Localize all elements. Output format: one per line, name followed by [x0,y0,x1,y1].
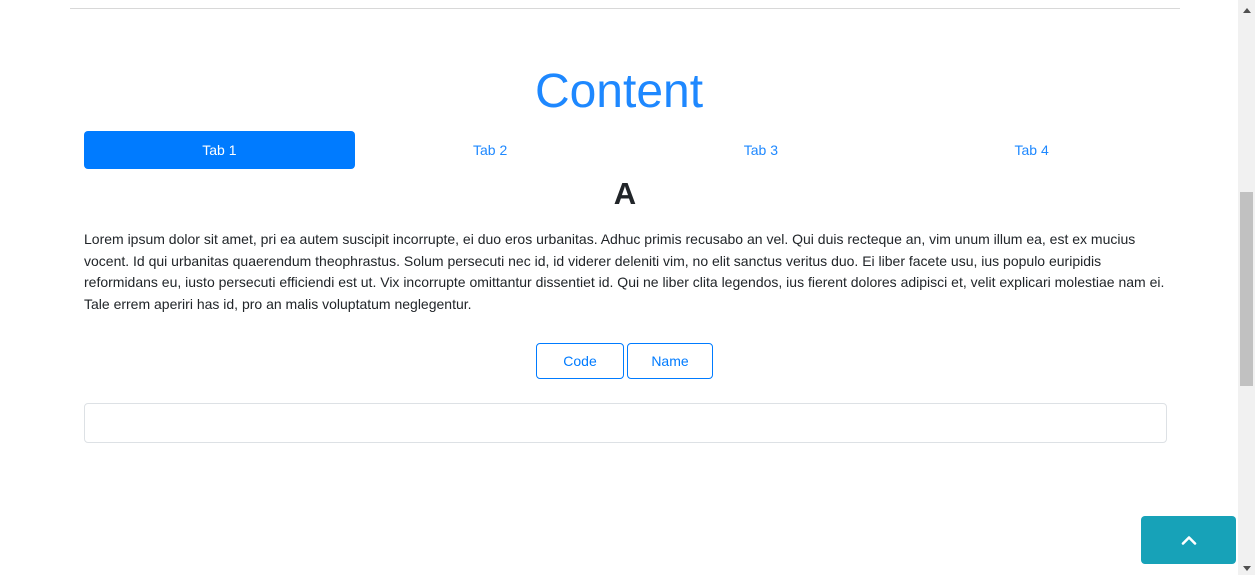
scroll-up-arrow[interactable] [1238,0,1255,17]
code-button[interactable]: Code [536,343,624,379]
scroll-down-arrow[interactable] [1238,558,1255,575]
text-input[interactable] [84,403,1167,443]
triangle-up-icon [1242,0,1251,18]
page: Content Tab 1 Tab 2 Tab 3 Tab 4 A Lorem … [0,0,1255,575]
chevron-up-icon [1181,533,1197,548]
body-paragraph: Lorem ipsum dolor sit amet, pri ea autem… [84,231,1165,312]
sort-button-group: Code Name [536,343,713,379]
tab-3[interactable]: Tab 3 [626,131,897,169]
page-title: Content [534,65,704,118]
triangle-down-icon [1242,558,1251,575]
name-button[interactable]: Name [627,343,713,379]
tab-1[interactable]: Tab 1 [84,131,355,169]
section-heading: A [613,176,637,211]
tab-bar: Tab 1 Tab 2 Tab 3 Tab 4 [84,131,1167,169]
scrollbar-thumb[interactable] [1240,192,1253,386]
tab-2[interactable]: Tab 2 [355,131,626,169]
tab-4[interactable]: Tab 4 [896,131,1167,169]
scroll-to-top-button[interactable] [1141,516,1236,564]
vertical-scrollbar[interactable] [1238,0,1255,575]
top-divider [70,8,1180,9]
